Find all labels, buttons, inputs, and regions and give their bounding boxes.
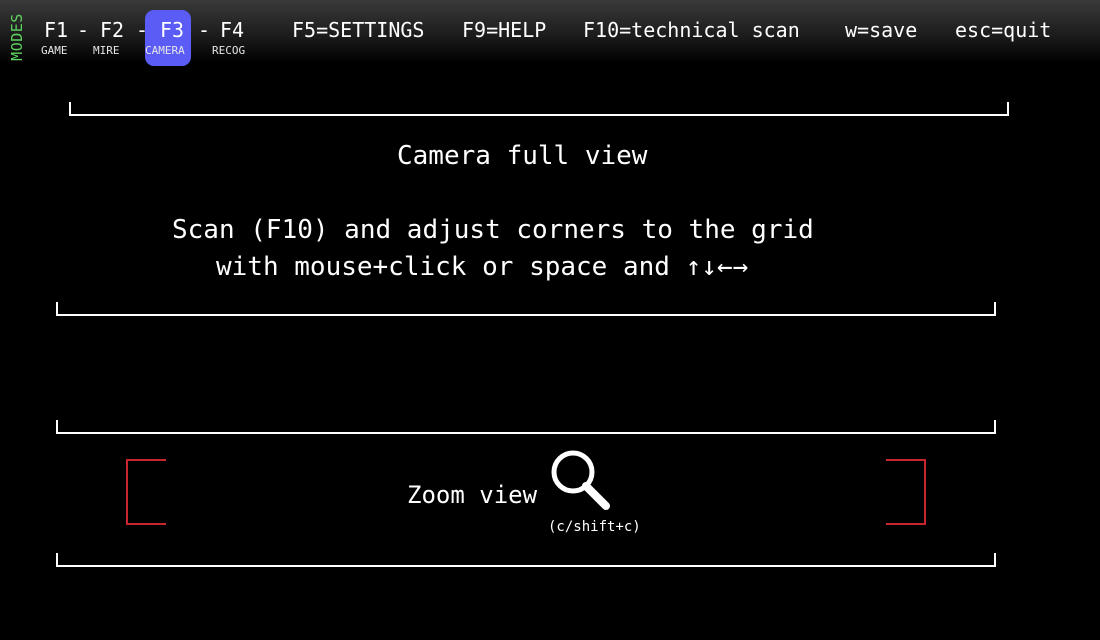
zoom-panel-bottom-bracket: [56, 553, 996, 567]
mode-label-mire[interactable]: MIRE: [93, 44, 120, 58]
mode-label-camera[interactable]: CAMERA: [145, 44, 185, 58]
settings-command[interactable]: F5=SETTINGS: [292, 18, 424, 42]
zoom-panel-top-bracket: [56, 420, 996, 434]
camera-panel-title: Camera full view: [397, 141, 648, 171]
zoom-left-corner-marker: [126, 459, 166, 525]
technical-scan-command[interactable]: F10=technical scan: [583, 18, 800, 42]
mode-key-f4[interactable]: F4: [220, 18, 244, 42]
mode-key-f2[interactable]: F2: [100, 18, 124, 42]
modes-label: MODES: [4, 8, 30, 66]
top-menu-bar: MODES F1 GAME - F2 MIRE - F3 CAMERA - F4…: [0, 0, 1100, 66]
zoom-shortcut-hint: (c/shift+c): [548, 519, 641, 535]
camera-instruction-line1: Scan (F10) and adjust corners to the gri…: [172, 215, 814, 245]
zoom-right-corner-marker: [886, 459, 926, 525]
magnifier-icon: [551, 450, 610, 510]
mode-separator: -: [198, 18, 211, 42]
camera-panel-bottom-bracket: [56, 302, 996, 316]
camera-panel-top-bracket: [69, 102, 1009, 116]
modes-label-text: MODES: [8, 13, 26, 61]
mode-key-f1[interactable]: F1: [44, 18, 68, 42]
help-command[interactable]: F9=HELP: [462, 18, 546, 42]
mode-key-f3[interactable]: F3: [160, 18, 184, 42]
save-command[interactable]: w=save: [845, 18, 917, 42]
mode-label-game[interactable]: GAME: [41, 44, 68, 58]
mode-separator: -: [136, 18, 149, 42]
quit-command[interactable]: esc=quit: [955, 18, 1051, 42]
zoom-panel-title: Zoom view: [407, 481, 538, 509]
camera-instruction-line2: with mouse+click or space and ↑↓←→: [216, 252, 749, 282]
mode-separator: -: [77, 18, 90, 42]
mode-label-recog[interactable]: RECOG: [212, 44, 245, 58]
